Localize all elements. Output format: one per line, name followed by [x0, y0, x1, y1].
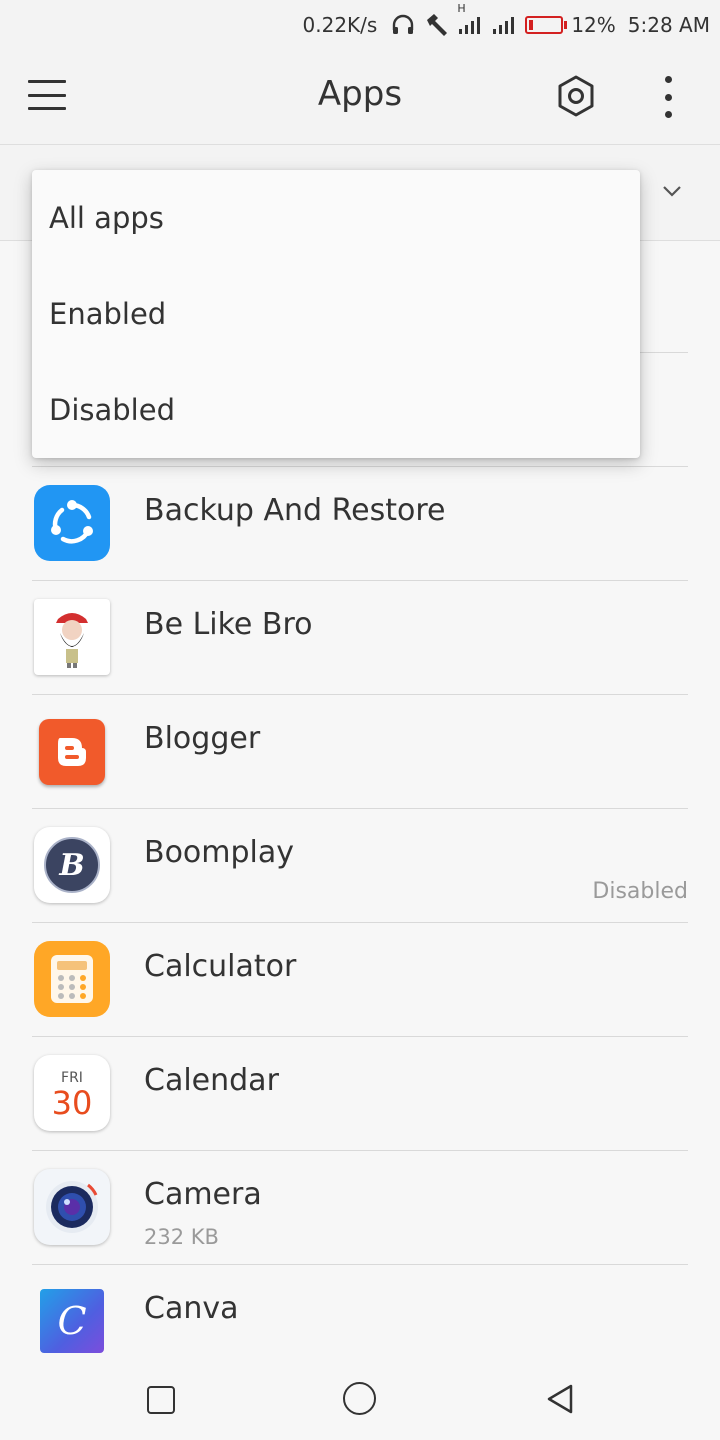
canva-letter: C: [57, 1299, 87, 1343]
app-name: Calendar: [144, 1063, 279, 1098]
list-item[interactable]: Blogger: [32, 694, 688, 809]
home-icon[interactable]: [343, 1382, 376, 1415]
filter-option-disabled[interactable]: Disabled: [32, 362, 640, 458]
battery-percent: 12%: [571, 13, 616, 37]
app-name: Calculator: [144, 949, 297, 984]
app-name: Be Like Bro: [144, 607, 313, 642]
list-item[interactable]: FRI 30 Calendar: [32, 1036, 688, 1151]
blogger-icon: [39, 719, 105, 785]
be-like-bro-icon: [34, 599, 110, 675]
back-icon[interactable]: [543, 1382, 577, 1416]
recent-apps-icon[interactable]: [147, 1386, 175, 1414]
page-title: Apps: [317, 74, 403, 114]
list-item[interactable]: Camera 232 KB: [32, 1150, 688, 1265]
filter-option-enabled[interactable]: Enabled: [32, 266, 640, 362]
list-item[interactable]: Backup And Restore: [32, 466, 688, 581]
navigation-bar: [0, 1360, 720, 1440]
settings-icon[interactable]: [554, 74, 598, 118]
more-vert-icon[interactable]: [656, 76, 680, 118]
calendar-date: 30: [51, 1084, 93, 1122]
canva-icon: C: [40, 1289, 104, 1353]
boomplay-icon: B: [34, 827, 110, 903]
status-bar: 0.22K/s H 12% 5:28 AM: [0, 0, 720, 50]
app-name: Blogger: [144, 721, 261, 756]
app-name: Boomplay: [144, 835, 295, 870]
app-name: Camera: [144, 1177, 262, 1212]
clock: 5:28 AM: [627, 13, 710, 37]
app-name: Backup And Restore: [144, 493, 446, 528]
filter-option-all-apps[interactable]: All apps: [32, 170, 640, 266]
camera-icon: [34, 1169, 110, 1245]
calendar-icon: FRI 30: [34, 1055, 110, 1131]
battery-icon: [525, 16, 568, 34]
app-name: Canva: [144, 1291, 239, 1326]
chevron-down-icon[interactable]: [660, 179, 684, 203]
svg-text:B: B: [58, 848, 84, 883]
network-type: H: [457, 2, 466, 15]
list-item[interactable]: B Boomplay Disabled: [32, 808, 688, 923]
app-status: Disabled: [592, 879, 688, 904]
signal-icon: [491, 14, 517, 36]
backup-restore-icon: [34, 485, 110, 561]
list-item[interactable]: Calculator: [32, 922, 688, 1037]
signal-icon: H: [457, 2, 483, 36]
app-bar: Apps: [0, 50, 720, 145]
list-item[interactable]: Be Like Bro: [32, 580, 688, 695]
filter-dropdown-menu: All apps Enabled Disabled: [32, 170, 640, 458]
net-speed: 0.22K/s: [302, 13, 378, 37]
app-size: 232 KB: [144, 1225, 219, 1249]
calculator-icon: [34, 941, 110, 1017]
hammer-icon: [423, 12, 449, 38]
headphones-icon: [391, 14, 415, 36]
